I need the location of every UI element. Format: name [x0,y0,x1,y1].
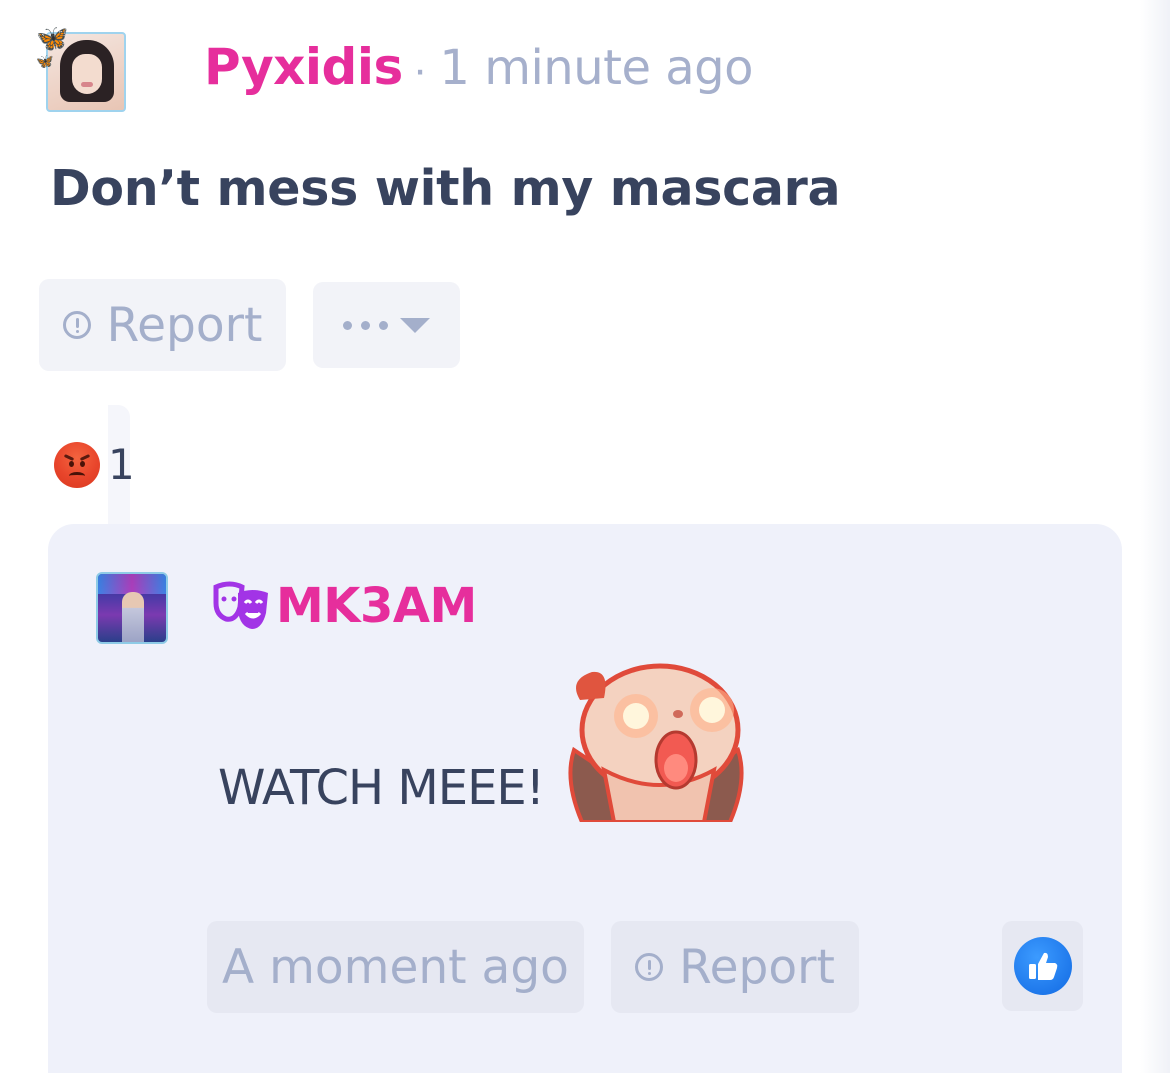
reply-username-link[interactable]: MK3AM [276,578,477,634]
info-circle-icon [635,953,664,981]
reaction-count: 1 [108,440,135,489]
commenter-avatar-wrap[interactable]: 🦋 🦋 [36,24,131,116]
reply-header: MK3AM [212,578,477,634]
butterfly-icon: 🦋 [36,24,69,54]
theater-masks-icon [212,581,274,631]
report-label: Report [106,297,263,353]
reply-timestamp-button[interactable]: A moment ago [207,921,584,1013]
username-link[interactable]: Pyxidis [204,38,403,96]
avatar[interactable] [96,572,168,644]
chevron-down-icon [400,317,430,333]
comment-thread: 🦋 🦋 Pyxidis · 1 minute ago Don’t mess wi… [0,0,1170,1073]
info-circle-icon [62,311,91,339]
butterfly-icon: 🦋 [36,54,54,70]
reply-report-button[interactable]: Report [611,921,859,1013]
scroll-edge-shade [1140,0,1170,1073]
report-button[interactable]: Report [39,279,286,371]
thumbs-up-icon [1013,937,1072,995]
comment-body: Don’t mess with my mascara [50,160,841,217]
ellipsis-icon [343,320,388,330]
comment-timestamp[interactable]: 1 minute ago [439,40,753,96]
separator-dot: · [412,45,428,94]
reaction-chip[interactable]: 1 [54,440,135,489]
reply-body: WATCH MEEE! [218,760,545,816]
shocked-creature-sticker [564,660,748,822]
comment-header: Pyxidis · 1 minute ago [204,38,753,108]
like-button[interactable] [1002,921,1083,1011]
angry-face-icon [54,441,100,488]
reply-report-label: Report [679,939,835,995]
reply-timestamp: A moment ago [222,939,569,995]
more-options-button[interactable] [313,282,460,368]
